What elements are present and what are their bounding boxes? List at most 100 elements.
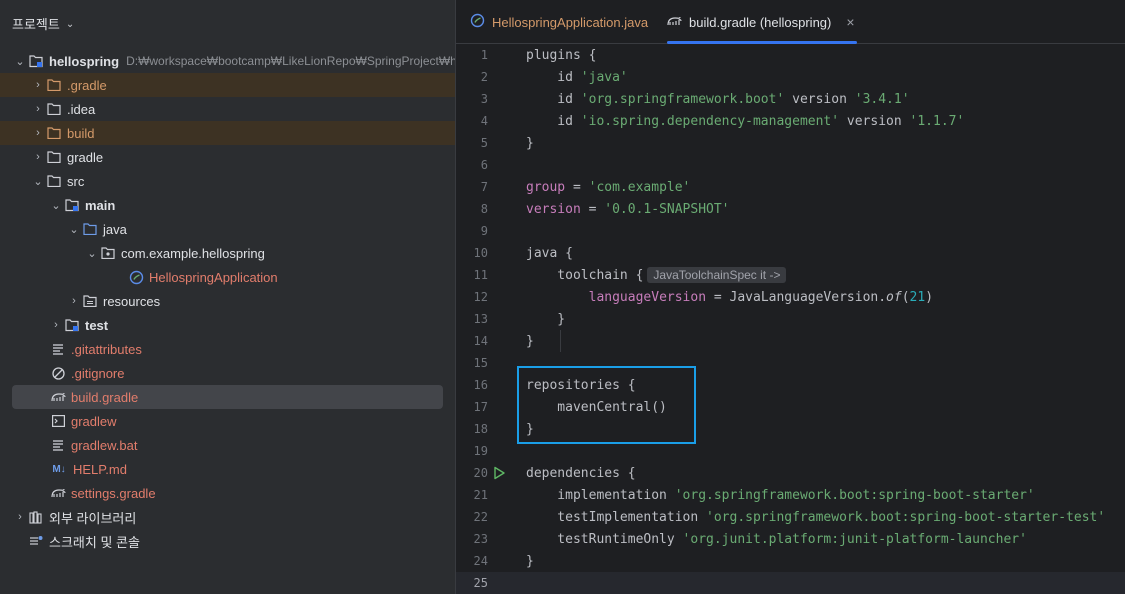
chevron-right-icon[interactable]: › [12,511,28,523]
chevron-right-icon[interactable]: › [30,79,46,91]
chevron-down-icon[interactable]: ⌄ [66,19,74,30]
code-line: id 'org.springframework.boot' version '3… [526,91,910,107]
tree-item-resources[interactable]: › resources [0,289,455,313]
run-gutter-icon[interactable] [492,466,506,480]
tree-item-main[interactable]: ⌄ main [0,193,455,217]
line-number: 16 [473,378,488,392]
tree-item-scratches[interactable]: 스크래치 및 콘솔 [0,529,455,553]
tree-item-gradle[interactable]: › gradle [0,145,455,169]
line-number: 1 [480,48,488,62]
chevron-down-icon[interactable]: ⌄ [12,55,28,68]
code-line: group = 'com.example' [526,179,691,195]
tab-label: build.gradle (hellospring) [689,14,832,30]
tree-item-build[interactable]: › build [0,121,455,145]
chevron-right-icon[interactable]: › [66,295,82,307]
line-number: 17 [473,400,488,414]
folder-icon [46,149,62,165]
tree-item-label: .gitignore [71,365,125,381]
close-icon[interactable]: × [846,14,854,30]
code-line: toolchain {JavaToolchainSpec it -> [526,267,787,283]
tree-item-gitignore[interactable]: .gitignore [0,361,455,385]
code-line: java { [526,245,573,261]
line-number: 15 [473,356,488,370]
code-line: version = '0.0.1-SNAPSHOT' [526,201,730,217]
text-file-icon [50,437,66,453]
tab-build-gradle[interactable]: build.gradle (hellospring) × [667,0,857,44]
project-panel-header[interactable]: 프로젝트 ⌄ [12,14,74,32]
folder-icon [46,173,62,189]
tree-item-label: gradle [67,149,104,165]
folder-icon [46,101,62,117]
gradle-elephant-icon [50,485,66,501]
line-number: 24 [473,554,488,568]
code-line: plugins { [526,47,597,63]
ignore-file-icon [50,365,66,381]
editor: HellospringApplication.java build.gradle… [455,0,1125,594]
tree-item-label: java [103,221,127,237]
project-path: D:₩workspace₩bootcamp₩LikeLionRepo₩Sprin… [126,54,455,68]
chevron-down-icon[interactable]: ⌄ [30,175,46,188]
folder-icon [46,77,62,93]
tree-item-label: settings.gradle [71,485,156,501]
tree-item-label: 외부 라이브러리 [49,510,137,526]
tab-hellospring-application[interactable]: HellospringApplication.java [470,0,648,44]
scratches-icon [28,533,44,549]
line-number: 22 [473,510,488,524]
tree-item-build-gradle[interactable]: build.gradle [12,385,443,409]
line-number: 11 [473,268,488,282]
tree-item-help-md[interactable]: M↓ HELP.md [0,457,455,481]
tree-item-label: 스크래치 및 콘솔 [49,534,140,550]
code-line: testRuntimeOnly 'org.junit.platform:juni… [526,531,1027,547]
tree-item-gradlew-bat[interactable]: gradlew.bat [0,433,455,457]
chevron-right-icon[interactable]: › [30,103,46,115]
tree-item-label: test [85,317,109,333]
line-number: 20 [473,466,488,480]
line-number: 7 [480,180,488,194]
tree-item-java[interactable]: ⌄ java [0,217,455,241]
code-line: } [526,135,534,151]
package-icon [100,245,116,261]
tree-item-src[interactable]: ⌄ src [0,169,455,193]
module-folder-icon [64,197,80,213]
tree-item-hellospring-application[interactable]: HellospringApplication [0,265,455,289]
line-number: 5 [480,136,488,150]
source-folder-icon [82,221,98,237]
tree-item-test[interactable]: › test [0,313,455,337]
tree-item-settings-gradle[interactable]: settings.gradle [0,481,455,505]
chevron-down-icon[interactable]: ⌄ [84,247,100,260]
tree-item-label: resources [103,293,161,309]
tree-item-label: .gradle [67,77,107,93]
gradle-elephant-icon [667,15,682,30]
tree-item-root[interactable]: ⌄ hellospring D:₩workspace₩bootcamp₩Like… [0,49,455,73]
chevron-down-icon[interactable]: ⌄ [66,223,82,236]
text-file-icon [50,341,66,357]
module-folder-icon [64,317,80,333]
tree-item-gitattributes[interactable]: .gitattributes [0,337,455,361]
highlight-box [517,366,696,444]
chevron-down-icon[interactable]: ⌄ [48,199,64,212]
code-area[interactable]: 1 plugins { 2 id 'java' 3 id 'org.springf… [456,44,1125,594]
tree-item-label: gradlew [71,413,117,429]
gradle-elephant-icon [50,389,66,405]
tree-item-external-libraries[interactable]: › 외부 라이브러리 [0,505,455,529]
tree-item-gradlew[interactable]: gradlew [0,409,455,433]
markdown-icon: M↓ [52,463,66,475]
code-line: testImplementation 'org.springframework.… [526,509,1106,525]
resources-folder-icon [82,293,98,309]
tree-item-package[interactable]: ⌄ com.example.hellospring [0,241,455,265]
chevron-right-icon[interactable]: › [48,319,64,331]
tree-item-idea[interactable]: › .idea [0,97,455,121]
inlay-hint[interactable]: JavaToolchainSpec it -> [647,267,787,283]
tree-item-gradle-cache[interactable]: › .gradle [0,73,455,97]
chevron-right-icon[interactable]: › [30,127,46,139]
indent-guide [560,330,561,352]
line-number: 9 [480,224,488,238]
chevron-right-icon[interactable]: › [30,151,46,163]
line-number: 6 [480,158,488,172]
line-number: 14 [473,334,488,348]
code-line: id 'java' [526,69,628,85]
line-number: 8 [480,202,488,216]
tree-item-label: gradlew.bat [71,437,138,453]
tree-item-label: main [85,197,116,213]
line-number: 23 [473,532,488,546]
